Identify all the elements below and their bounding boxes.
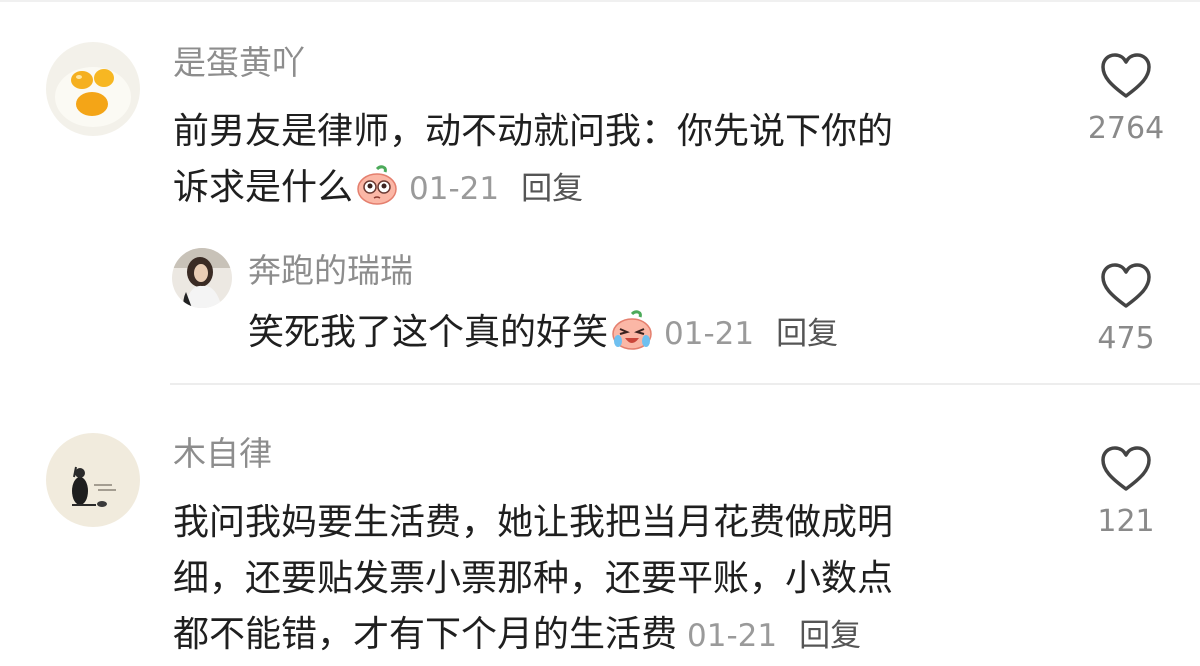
comment-text-line: 我问我妈要生活费，她让我把当月花费做成明	[173, 502, 894, 543]
like-count: 475	[1097, 321, 1155, 356]
heart-outline-icon	[1101, 263, 1151, 308]
avatar-image	[46, 42, 140, 136]
username[interactable]: 木自律	[173, 437, 272, 470]
comment-text: 笑死我了这个真的好笑 01-21 回复	[248, 305, 1068, 362]
like-button[interactable]: 2764	[1066, 52, 1186, 144]
comment-text: 我问我妈要生活费，她让我把当月花费做成明 细，还要贴发票小票那种，还要平账，小数…	[173, 495, 1053, 664]
reply-button[interactable]: 回复	[776, 316, 838, 352]
reply-button[interactable]: 回复	[799, 618, 861, 654]
laughing-crying-peach-emoji	[612, 310, 652, 350]
like-count: 121	[1097, 504, 1155, 539]
like-button[interactable]: 475	[1066, 262, 1186, 354]
avatar-image	[46, 433, 140, 527]
heart-outline-icon	[1101, 53, 1151, 98]
username[interactable]: 奔跑的瑞瑞	[248, 254, 413, 287]
comment-date: 01-21	[664, 316, 755, 352]
like-count: 2764	[1087, 111, 1165, 146]
like-button[interactable]: 121	[1066, 445, 1186, 537]
comment-text-line: 诉求是什么	[173, 167, 354, 208]
reply-button[interactable]: 回复	[521, 171, 583, 207]
username[interactable]: 是蛋黄吖	[173, 46, 305, 79]
comment-text-line: 细，还要贴发票小票那种，还要平账，小数点	[173, 558, 894, 599]
heart-outline-icon	[1101, 446, 1151, 491]
avatar[interactable]	[46, 433, 140, 527]
avatar[interactable]	[46, 42, 140, 136]
comment-date: 01-21	[409, 171, 500, 207]
comment-text-line: 前男友是律师，动不动就问我：你先说下你的	[173, 111, 894, 152]
avatar-image	[172, 248, 232, 308]
comment-date: 01-21	[687, 618, 778, 654]
comment-text-line: 都不能错，才有下个月的生活费	[173, 614, 678, 655]
divider	[170, 383, 1200, 385]
comment-text-line: 笑死我了这个真的好笑	[248, 312, 609, 353]
comment-text: 前男友是律师，动不动就问我：你先说下你的 诉求是什么 01-21 回复	[173, 104, 1053, 217]
thinking-peach-emoji	[357, 165, 397, 205]
avatar[interactable]	[172, 248, 232, 308]
top-divider	[0, 0, 1200, 2]
